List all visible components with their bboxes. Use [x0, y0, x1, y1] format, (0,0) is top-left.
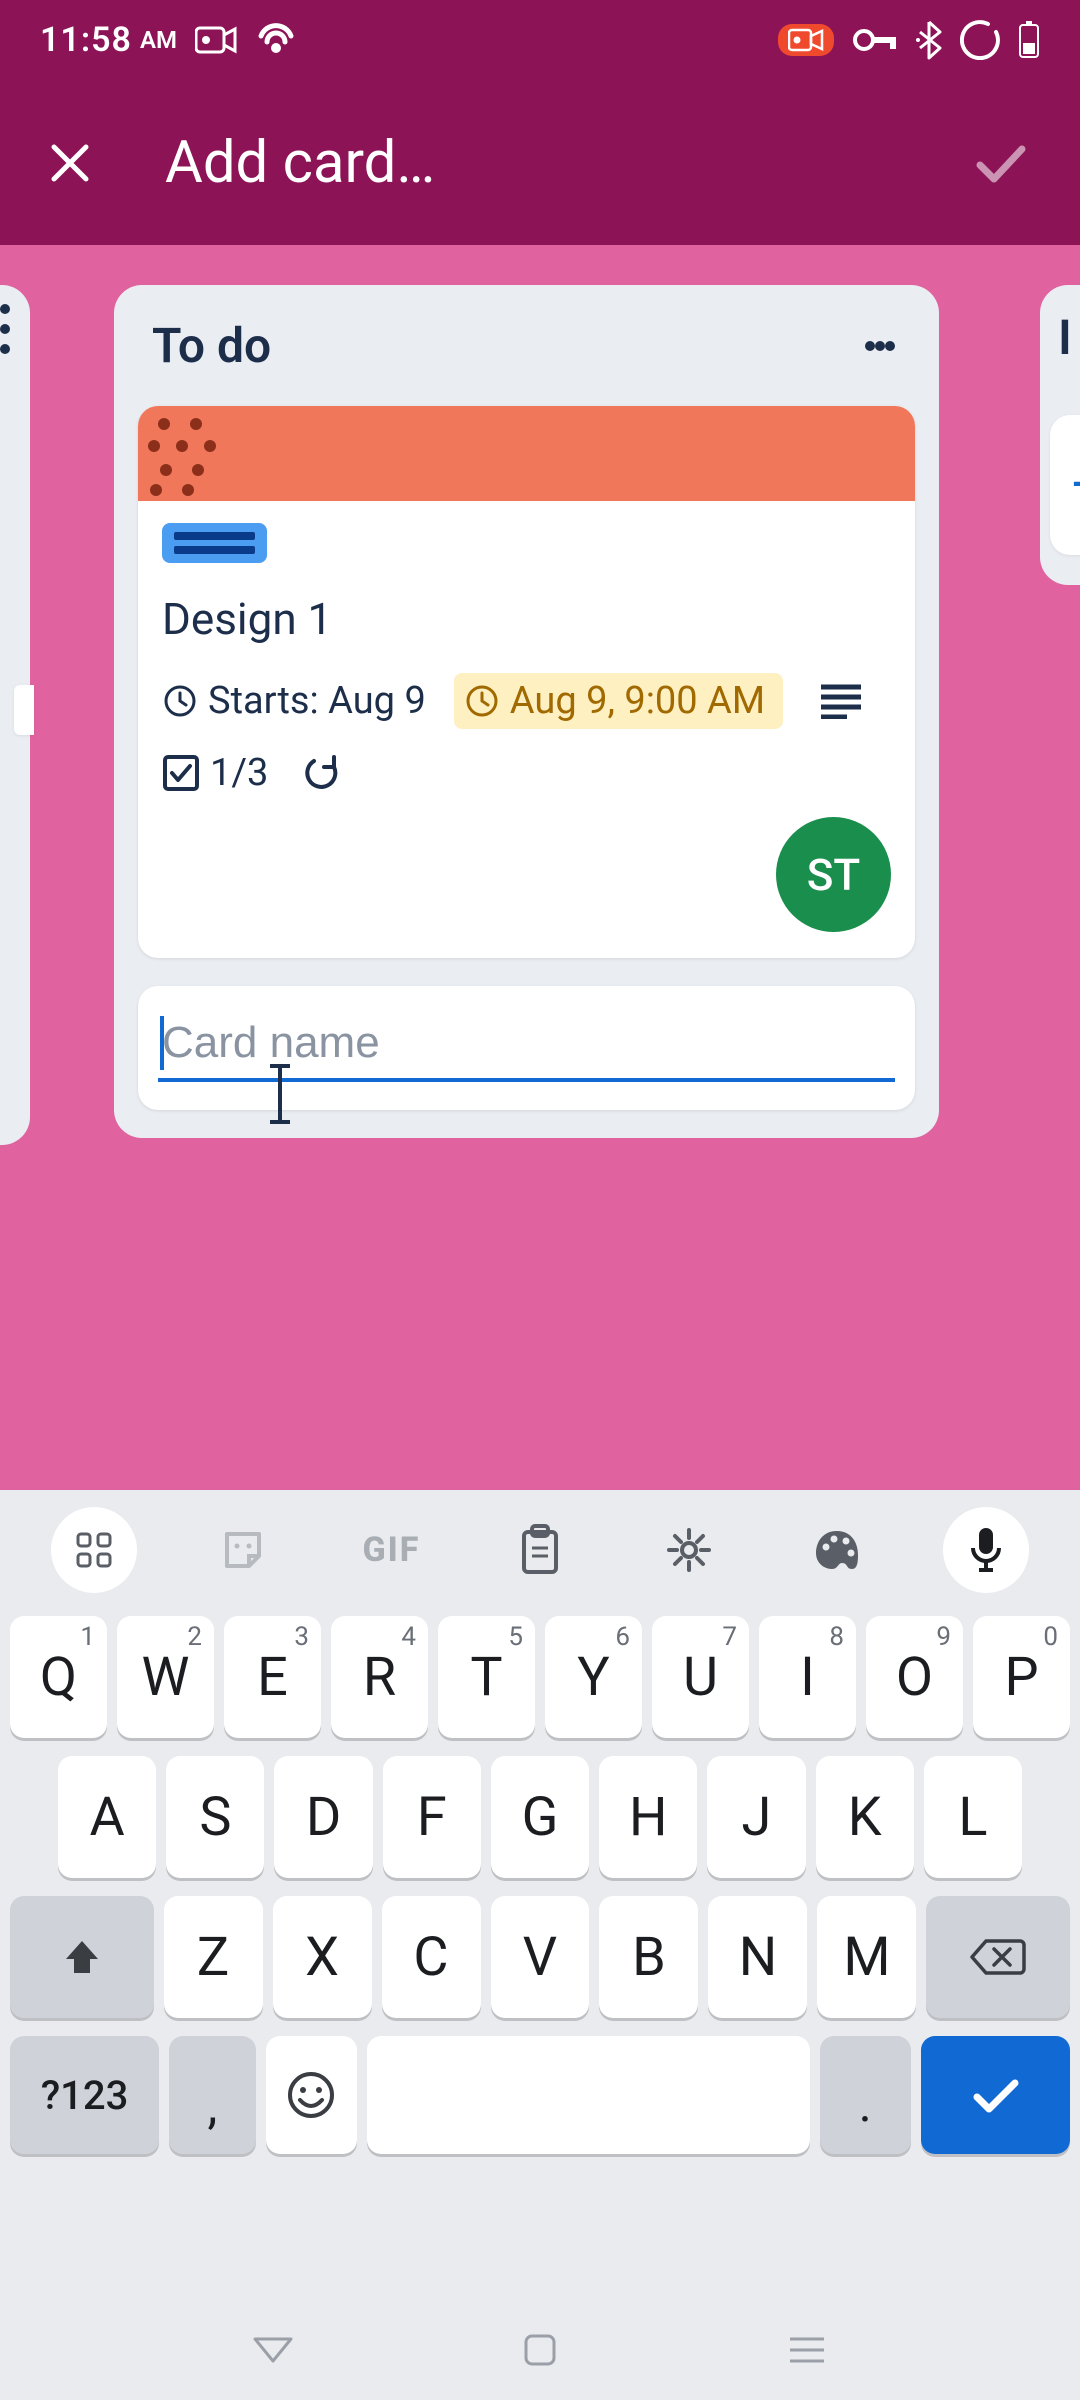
key-d[interactable]: D	[274, 1756, 372, 1878]
key-w[interactable]: 2W	[117, 1616, 214, 1738]
confirm-button[interactable]	[960, 123, 1040, 203]
app-bar-title: Add card…	[165, 129, 960, 197]
next-list-peek[interactable]: I +	[1040, 285, 1080, 585]
screen-record-badge	[778, 24, 834, 56]
do-not-disturb-icon	[960, 20, 1000, 60]
key-backspace[interactable]	[926, 1896, 1070, 2018]
kb-settings-button[interactable]	[646, 1507, 732, 1593]
key-z[interactable]: Z	[164, 1896, 263, 2018]
start-date-text: Starts: Aug 9	[208, 679, 426, 723]
battery-icon	[1018, 21, 1040, 59]
key-period[interactable]: .	[820, 2036, 911, 2154]
key-v[interactable]: V	[491, 1896, 590, 2018]
key-t[interactable]: 5T	[438, 1616, 535, 1738]
member-avatar: ST	[776, 817, 891, 932]
key-l[interactable]: L	[924, 1756, 1022, 1878]
key-r[interactable]: 4R	[331, 1616, 428, 1738]
key-space[interactable]	[367, 2036, 809, 2154]
nav-recents[interactable]	[777, 2320, 837, 2380]
key-q[interactable]: 1Q	[10, 1616, 107, 1738]
video-record-icon	[195, 25, 237, 55]
key-h[interactable]: H	[599, 1756, 697, 1878]
checklist-text: 1/3	[210, 751, 268, 795]
status-bar: 11:58 AM	[0, 0, 1080, 80]
kb-clipboard-button[interactable]	[497, 1507, 583, 1593]
card-item[interactable]: Design 1 Starts: Aug 9 Aug 9, 9:00 AM	[138, 406, 915, 958]
nav-back[interactable]	[243, 2320, 303, 2380]
soft-keyboard: GIF 1Q2W3E4R5T6Y7U8I9O0P ASDFGHJKL ZXCVB…	[0, 1490, 1080, 2400]
keyboard-toolbar: GIF	[0, 1490, 1080, 1610]
key-s[interactable]: S	[166, 1756, 264, 1878]
close-button[interactable]	[40, 133, 100, 193]
status-ampm: AM	[140, 26, 177, 54]
text-cursor-icon	[278, 1064, 282, 1124]
avatar-initials: ST	[807, 849, 860, 901]
prev-list-peek[interactable]	[0, 285, 30, 1145]
plus-icon: +	[1072, 456, 1080, 514]
key-g[interactable]: G	[491, 1756, 589, 1878]
bluetooth-icon	[916, 20, 942, 60]
key-comma[interactable]: ,	[169, 2036, 256, 2154]
hotspot-icon	[255, 22, 297, 58]
key-f[interactable]: F	[383, 1756, 481, 1878]
key-enter[interactable]	[921, 2036, 1070, 2154]
text-caret	[160, 1016, 164, 1070]
key-k[interactable]: K	[816, 1756, 914, 1878]
key-m[interactable]: M	[817, 1896, 916, 2018]
kb-theme-button[interactable]	[794, 1507, 880, 1593]
key-y[interactable]: 6Y	[545, 1616, 642, 1738]
key-o[interactable]: 9O	[866, 1616, 963, 1738]
key-x[interactable]: X	[273, 1896, 372, 2018]
list-title[interactable]: To do	[152, 317, 855, 374]
key-j[interactable]: J	[707, 1756, 805, 1878]
next-list-title: I	[1058, 309, 1080, 366]
list-column: To do	[114, 285, 939, 1138]
key-n[interactable]: N	[708, 1896, 807, 2018]
card-cover	[138, 406, 915, 501]
key-p[interactable]: 0P	[973, 1616, 1070, 1738]
key-emoji[interactable]	[266, 2036, 357, 2154]
key-u[interactable]: 7U	[652, 1616, 749, 1738]
vpn-key-icon	[852, 27, 898, 53]
card-label	[162, 523, 267, 563]
start-date-badge: Starts: Aug 9	[162, 679, 426, 723]
key-b[interactable]: B	[599, 1896, 698, 2018]
list-menu-button[interactable]	[855, 321, 905, 371]
key-symbols[interactable]: ?123	[10, 2036, 159, 2154]
app-bar: Add card…	[0, 80, 1080, 245]
status-time: 11:58	[40, 20, 132, 60]
nav-home[interactable]	[510, 2320, 570, 2380]
card-name-input[interactable]	[158, 1000, 895, 1082]
due-date-text: Aug 9, 9:00 AM	[510, 679, 765, 723]
key-e[interactable]: 3E	[224, 1616, 321, 1738]
next-list-add-card[interactable]: +	[1050, 415, 1080, 555]
system-nav-bar	[0, 2300, 1080, 2400]
description-icon	[819, 683, 863, 719]
kb-voice-button[interactable]	[943, 1507, 1029, 1593]
card-title: Design 1	[162, 593, 891, 645]
key-i[interactable]: 8I	[759, 1616, 856, 1738]
kb-apps-button[interactable]	[51, 1507, 137, 1593]
board-area[interactable]: I + To do	[0, 245, 1080, 1490]
new-card	[138, 986, 915, 1110]
key-a[interactable]: A	[58, 1756, 156, 1878]
key-shift[interactable]	[10, 1896, 154, 2018]
kb-sticker-button[interactable]	[200, 1507, 286, 1593]
key-c[interactable]: C	[382, 1896, 481, 2018]
repeat-icon	[304, 755, 340, 791]
kb-gif-button[interactable]: GIF	[348, 1507, 434, 1593]
due-date-badge: Aug 9, 9:00 AM	[454, 673, 783, 729]
checklist-badge: 1/3	[162, 751, 268, 795]
